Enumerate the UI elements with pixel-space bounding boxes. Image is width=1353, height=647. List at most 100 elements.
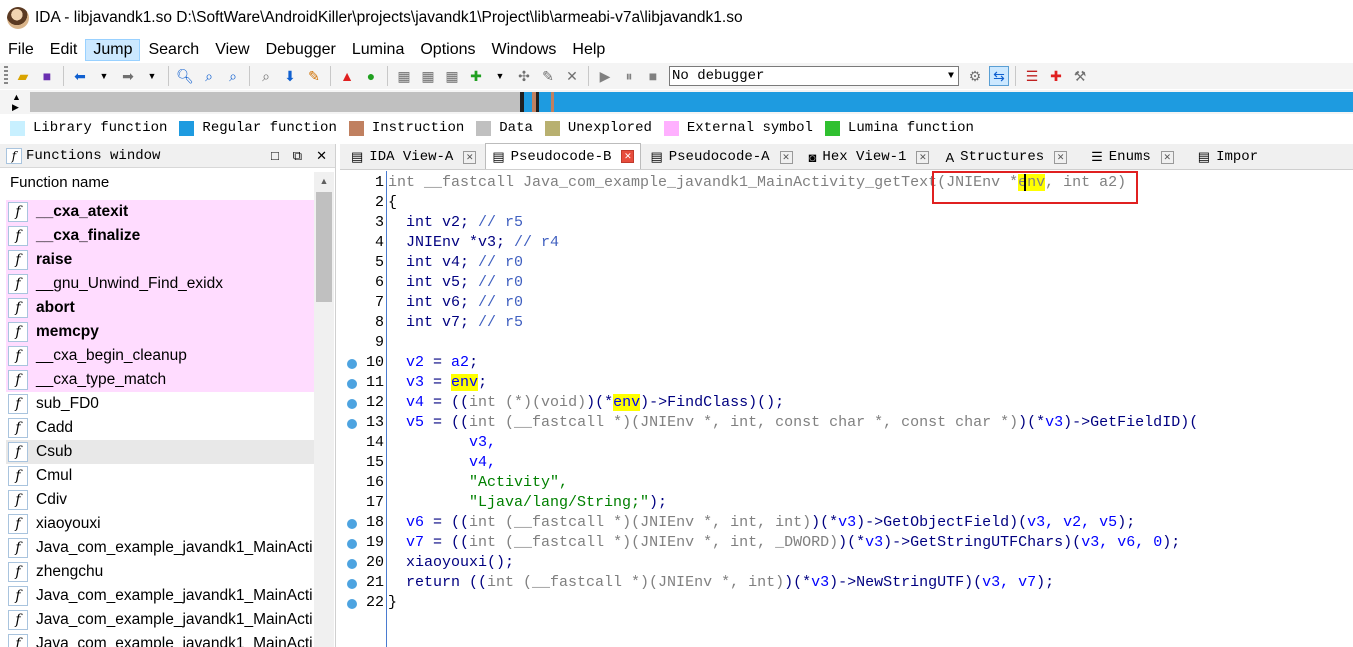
function-list-item[interactable]: f Java_com_example_javandk1_MainActi	[6, 608, 314, 632]
function-list-item[interactable]: f memcpy	[6, 320, 314, 344]
function-list-item[interactable]: f Cdiv	[6, 488, 314, 512]
tab-close-icon[interactable]: ✕	[1160, 150, 1174, 164]
code-line-15[interactable]: v4,	[340, 453, 1353, 473]
code-variable[interactable]: v3	[811, 574, 829, 591]
menu-search[interactable]: Search	[140, 39, 207, 61]
minimize-icon[interactable]: □	[271, 148, 279, 164]
delete-icon[interactable]: ✕	[562, 66, 582, 86]
code-line-14[interactable]: v3,	[340, 433, 1353, 453]
tab-close-icon[interactable]: ✕	[463, 150, 477, 164]
tools-icon[interactable]: ⚒	[1070, 66, 1090, 86]
scrollbar-thumb[interactable]	[316, 192, 332, 302]
menu-debugger[interactable]: Debugger	[258, 39, 344, 61]
code-variable[interactable]: v2	[406, 354, 424, 371]
function-list-item[interactable]: f raise	[6, 248, 314, 272]
function-list-item[interactable]: f Cmul	[6, 464, 314, 488]
function-name-column-header[interactable]: Function name	[0, 168, 335, 196]
menu-options[interactable]: Options	[412, 39, 483, 61]
code-line-1[interactable]: int __fastcall Java_com_example_javandk1…	[340, 173, 1353, 193]
create-function-icon[interactable]: ▦	[394, 66, 414, 86]
menu-help[interactable]: Help	[564, 39, 613, 61]
code-line-21[interactable]: return ((int (__fastcall *)(JNIEnv *, in…	[340, 573, 1353, 593]
code-line-10[interactable]: v2 = a2;	[340, 353, 1353, 373]
code-line-17[interactable]: "Ljava/lang/String;");	[340, 493, 1353, 513]
code-line-12[interactable]: v4 = ((int (*)(void))(*env)->FindClass)(…	[340, 393, 1353, 413]
function-list-item[interactable]: f __gnu_Unwind_Find_exidx	[6, 272, 314, 296]
code-line-4[interactable]: JNIEnv *v3; // r4	[340, 233, 1353, 253]
highlighted-identifier[interactable]: env	[613, 394, 641, 411]
edit-icon[interactable]: ✎	[538, 66, 558, 86]
function-list-item[interactable]: f Csub	[6, 440, 314, 464]
tab-structures[interactable]: A Structures ✕	[938, 145, 1074, 169]
code-variable[interactable]: v6	[406, 514, 424, 531]
nav-segment[interactable]	[539, 92, 551, 112]
code-line-19[interactable]: v7 = ((int (__fastcall *)(JNIEnv *, int,…	[340, 533, 1353, 553]
code-line-8[interactable]: int v7; // r5	[340, 313, 1353, 333]
float-icon[interactable]: ⧉	[293, 148, 302, 164]
struct-icon[interactable]: ✣	[514, 66, 534, 86]
code-arguments[interactable]: v3, v2, v5	[1027, 514, 1117, 531]
define-code-icon[interactable]: ▦	[442, 66, 462, 86]
play-icon[interactable]: ▶	[595, 66, 615, 86]
tab-hex-view-1[interactable]: ◙ Hex View-1 ✕	[802, 145, 937, 169]
code-line-6[interactable]: int v5; // r0	[340, 273, 1353, 293]
tab-ida-view-a[interactable]: ▤ IDA View-A ✕	[344, 145, 483, 169]
function-list-item[interactable]: f Cadd	[6, 416, 314, 440]
menu-lumina[interactable]: Lumina	[344, 39, 412, 61]
navigation-band[interactable]: ▲ ▶	[0, 90, 1353, 114]
mark-position-icon[interactable]: ✎	[304, 66, 324, 86]
toolbar-grip[interactable]	[4, 66, 8, 86]
jump-forward-icon[interactable]: ➡	[118, 66, 138, 86]
code-line-2[interactable]: {	[340, 193, 1353, 213]
function-list-item[interactable]: f __cxa_atexit	[6, 200, 314, 224]
tab-close-icon[interactable]: ✕	[779, 150, 793, 164]
back-dropdown-icon[interactable]: ▼	[94, 66, 114, 86]
open-file-icon[interactable]: ▰	[13, 66, 33, 86]
tab-close-icon[interactable]: ✕	[621, 150, 635, 163]
edit-function-icon[interactable]: ▦	[418, 66, 438, 86]
code-variable[interactable]: v5	[406, 414, 424, 431]
code-variable[interactable]: v4,	[469, 454, 496, 471]
search-binary-icon[interactable]: 🔍︎	[175, 66, 195, 86]
code-variable[interactable]: v3	[865, 534, 883, 551]
code-variable[interactable]: a2	[451, 354, 469, 371]
code-variable[interactable]: v7	[406, 534, 424, 551]
save-icon[interactable]: ■	[37, 66, 57, 86]
code-line-13[interactable]: v5 = ((int (__fastcall *)(JNIEnv *, int,…	[340, 413, 1353, 433]
code-line-5[interactable]: int v4; // r0	[340, 253, 1353, 273]
function-list-item[interactable]: f __cxa_type_match	[6, 368, 314, 392]
pause-icon[interactable]: ⏸	[619, 66, 639, 86]
code-line-22[interactable]: }	[340, 593, 1353, 613]
warning-icon[interactable]: ▲	[337, 66, 357, 86]
debugger-select[interactable]: No debugger ▼	[669, 66, 959, 86]
pseudocode-view[interactable]: 1 2 3 4 5 6 7 8 9 10 11 12 13 14 15 16 17 18 19 20 21 22 int …	[340, 171, 1353, 647]
code-line-3[interactable]: int v2; // r5	[340, 213, 1353, 233]
highlighted-identifier[interactable]: env	[451, 374, 479, 391]
function-list-item[interactable]: f Java_com_example_javandk1_MainActi	[6, 632, 314, 647]
menu-file[interactable]: File	[0, 39, 42, 61]
nav-segment[interactable]	[554, 92, 1353, 112]
nav-arrows-icon[interactable]: ▲ ▶	[12, 92, 21, 112]
menu-edit[interactable]: Edit	[42, 39, 86, 61]
function-list-item[interactable]: f xiaoyouxi	[6, 512, 314, 536]
tab-pseudocode-a[interactable]: ▤ Pseudocode-A ✕	[643, 145, 799, 169]
binoculars-icon[interactable]: ⌕	[256, 66, 276, 86]
tab-close-icon[interactable]: ✕	[1054, 150, 1068, 164]
list-icon[interactable]: ☰	[1022, 66, 1042, 86]
jump-down-icon[interactable]: ⬇	[280, 66, 300, 86]
code-line-16[interactable]: "Activity",	[340, 473, 1353, 493]
nav-segment[interactable]	[30, 92, 520, 112]
tab-impor[interactable]: ▤ Impor	[1191, 145, 1265, 169]
nav-strip[interactable]	[30, 92, 1353, 112]
code-call[interactable]: xiaoyouxi();	[406, 554, 514, 571]
function-list-item[interactable]: f sub_FD0	[6, 392, 314, 416]
code-arguments[interactable]: v3, v7	[982, 574, 1036, 591]
nav-segment[interactable]	[524, 92, 532, 112]
tab-pseudocode-b[interactable]: ▤ Pseudocode-B ✕	[485, 143, 642, 169]
code-line-18[interactable]: v6 = ((int (__fastcall *)(JNIEnv *, int,…	[340, 513, 1353, 533]
tab-enums[interactable]: ☰ Enums ✕	[1084, 145, 1181, 169]
add-dropdown-icon[interactable]: ▼	[490, 66, 510, 86]
function-list-item[interactable]: f __cxa_finalize	[6, 224, 314, 248]
menu-windows[interactable]: Windows	[483, 39, 564, 61]
breakpoint-icon[interactable]: ✚	[1046, 66, 1066, 86]
